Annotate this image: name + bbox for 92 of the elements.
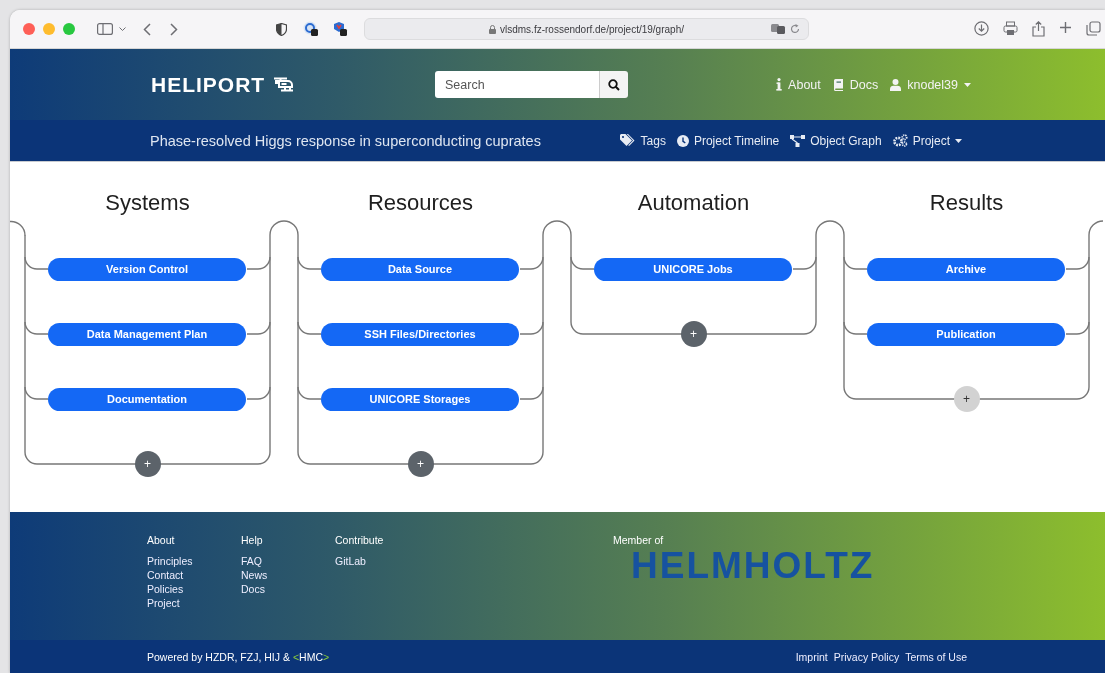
project-title: Phase-resolved Higgs response in superconducting cuprates — [150, 132, 541, 149]
branch-line — [297, 321, 322, 335]
forward-icon[interactable] — [170, 22, 178, 36]
object-button[interactable]: UNICORE Jobs — [594, 257, 792, 281]
object-button[interactable]: Version Control — [48, 257, 246, 281]
search-button[interactable] — [599, 71, 628, 98]
branch-line — [519, 321, 544, 335]
branch-line — [297, 256, 322, 270]
branch-line — [1065, 321, 1090, 335]
caret-icon — [955, 138, 962, 143]
object-button[interactable]: Archive — [867, 257, 1065, 281]
powered-by-text: Powered by HZDR, FZJ, HIJ & — [147, 650, 290, 663]
column-title: Automation — [636, 190, 751, 216]
branch-line — [519, 256, 544, 270]
branch-line — [24, 321, 49, 335]
helicopter-icon[interactable] — [273, 76, 296, 93]
legal-link[interactable]: Terms of Use — [905, 650, 967, 663]
column-title: Resources — [366, 190, 475, 216]
add-button[interactable]: + — [407, 451, 434, 477]
footer-link[interactable]: Policies — [147, 583, 241, 595]
object-button[interactable]: Data Management Plan — [48, 322, 246, 346]
extension-icon[interactable] — [332, 21, 348, 37]
branch-line — [297, 386, 322, 400]
hmc-link[interactable]: <HMC> — [292, 650, 330, 663]
search-field[interactable]: Search — [435, 71, 599, 98]
connector-line — [269, 220, 299, 236]
footer-link[interactable]: Project — [147, 597, 241, 609]
back-icon[interactable] — [143, 22, 151, 36]
tags-icon — [619, 134, 636, 147]
footer-link[interactable]: Docs — [241, 583, 335, 595]
translate-icon[interactable] — [771, 24, 786, 34]
branch-line — [570, 256, 595, 270]
project-nav-link[interactable]: Project Timeline — [676, 133, 780, 148]
project-nav-link[interactable]: Tags — [619, 133, 666, 148]
footer-heading: Help — [241, 534, 264, 546]
printer-icon[interactable] — [1003, 21, 1018, 36]
branch-line — [843, 321, 868, 335]
logo-text[interactable]: HELIPORT — [151, 72, 266, 97]
connector-line — [542, 220, 572, 236]
object-button[interactable]: SSH Files/Directories — [321, 322, 519, 346]
chevron-down-icon[interactable] — [119, 26, 126, 32]
project-nav-link[interactable]: Project — [892, 133, 962, 148]
close-window-button[interactable] — [23, 23, 35, 35]
user-icon — [890, 78, 902, 91]
branch-line — [519, 386, 544, 400]
share-icon[interactable] — [1032, 21, 1045, 37]
footer-heading: Contribute — [335, 534, 385, 546]
reload-icon[interactable] — [790, 24, 800, 34]
branch-line — [24, 386, 49, 400]
search-icon — [608, 78, 620, 91]
extension-icon[interactable] — [303, 21, 319, 37]
tabs-overview-icon[interactable] — [1086, 21, 1101, 36]
footer-link[interactable]: Contact — [147, 569, 241, 581]
branch-line — [792, 256, 817, 270]
project-nav-link[interactable]: Object Graph — [790, 133, 882, 148]
footer-link[interactable]: News — [241, 569, 335, 581]
add-button[interactable]: + — [680, 321, 707, 347]
new-tab-icon[interactable] — [1059, 21, 1072, 34]
sidebar-icon[interactable] — [97, 23, 113, 35]
lock-icon — [489, 24, 496, 34]
connector-line — [815, 220, 845, 236]
caret-icon — [964, 82, 971, 87]
column-title: Systems — [104, 190, 191, 216]
member-label: Member of — [613, 534, 665, 546]
add-button[interactable]: + — [134, 451, 161, 477]
object-button[interactable]: Data Source — [321, 257, 519, 281]
shield-icon[interactable] — [276, 22, 287, 36]
footer-link[interactable]: Principles — [147, 555, 241, 567]
branch-line — [1065, 256, 1090, 270]
graph-icon — [790, 134, 806, 147]
info-icon — [776, 78, 783, 91]
connector-line — [10, 220, 26, 237]
legal-link[interactable]: Privacy Policy — [833, 650, 900, 663]
footer-link[interactable]: FAQ — [241, 555, 335, 567]
cogs-icon — [892, 134, 908, 147]
branch-line — [24, 256, 49, 270]
book-icon — [832, 78, 844, 91]
branch-line — [843, 256, 868, 270]
legal-link[interactable]: Imprint — [795, 650, 828, 663]
footer-link[interactable]: GitLab — [335, 555, 429, 567]
object-button[interactable]: Publication — [867, 322, 1065, 346]
footer-heading: About — [147, 534, 176, 546]
address-bar[interactable]: vlsdms.fz-rossendorf.de/project/19/graph/ — [364, 18, 809, 40]
object-button[interactable]: UNICORE Storages — [321, 387, 519, 411]
download-icon[interactable] — [974, 21, 989, 36]
object-button[interactable]: Documentation — [48, 387, 246, 411]
branch-line — [246, 321, 271, 335]
connector-line — [1088, 220, 1104, 236]
branch-line — [246, 256, 271, 270]
branch-line — [246, 386, 271, 400]
clock-icon — [676, 134, 689, 147]
column-title: Results — [928, 190, 1005, 216]
